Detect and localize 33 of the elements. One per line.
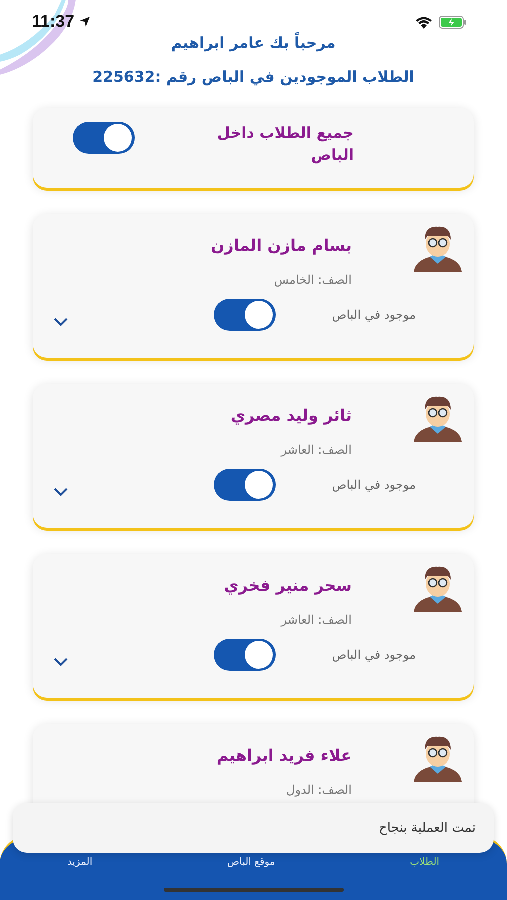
student-name: بسام مازن المازن <box>210 236 352 255</box>
toggle-switch[interactable] <box>214 469 276 501</box>
student-avatar-icon <box>412 224 464 272</box>
student-name: ثائر وليد مصري <box>230 406 352 425</box>
toast-text: تمت العملية بنجاح <box>378 820 476 836</box>
student-grade: الصف: العاشر <box>280 443 352 457</box>
toggle-switch[interactable] <box>73 122 135 154</box>
status-time: 11:37 <box>32 12 75 32</box>
chevron-down-icon[interactable] <box>53 657 69 667</box>
student-avatar-icon <box>412 394 464 442</box>
student-avatar-icon <box>412 564 464 612</box>
all-students-label: جميع الطلاب داخل الباص <box>216 123 354 166</box>
bus-title: الطلاب الموجودين في الباص رقم :225632 <box>92 68 414 86</box>
student-grade: الصف: الخامس <box>273 273 352 287</box>
presence-label: موجود في الباص <box>331 648 416 662</box>
location-arrow-icon <box>78 16 91 28</box>
battery-icon <box>439 16 467 28</box>
student-grade: الصف: الدول <box>286 783 352 797</box>
chevron-down-icon[interactable] <box>53 317 69 327</box>
toggle-switch[interactable] <box>214 639 276 671</box>
presence-label: موجود في الباص <box>331 308 416 322</box>
student-name: علاء فريد ابراهيم <box>216 746 352 765</box>
student-grade: الصف: العاشر <box>280 613 352 627</box>
nav-tab[interactable]: موقع الباص <box>227 857 276 868</box>
wifi-icon <box>415 16 433 28</box>
student-avatar-icon <box>412 734 464 782</box>
nav-tab[interactable]: المزيد <box>67 857 93 868</box>
chevron-down-icon[interactable] <box>53 487 69 497</box>
greeting-title: مرحباً بك عامر ابراهيم <box>171 34 336 52</box>
nav-tab[interactable]: الطلاب <box>410 857 440 868</box>
student-name: سحر منير فخري <box>224 576 352 595</box>
toggle-switch[interactable] <box>214 299 276 331</box>
presence-label: موجود في الباص <box>331 478 416 492</box>
